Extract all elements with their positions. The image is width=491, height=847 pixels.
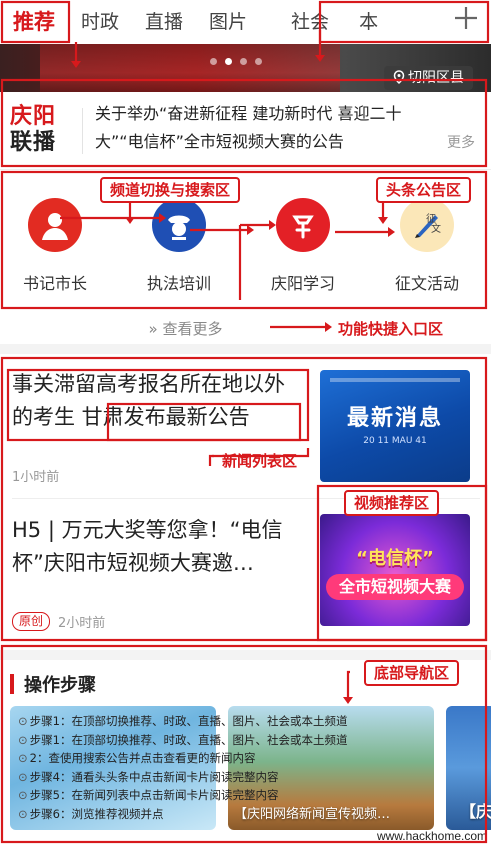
- shortcut-label: 执法培训: [146, 274, 211, 293]
- add-channel-button[interactable]: [453, 4, 479, 40]
- annotation-headline: 头条公告区: [376, 177, 472, 203]
- annotation-newslist: 新闻列表区: [222, 452, 298, 470]
- headline-notice[interactable]: 庆阳 联播 关于举办“奋进新征程 建功新时代 喜迎二十大”“电信杯”全市短视频大…: [0, 92, 491, 170]
- location-chip[interactable]: 切阳区县: [384, 66, 473, 90]
- plus-icon: [455, 7, 477, 29]
- video-thumbnail[interactable]: “电信杯” 全市短视频大赛: [320, 514, 470, 626]
- banner-image: [40, 44, 340, 92]
- tab-live[interactable]: 直播: [132, 0, 196, 44]
- person-avatar-icon: [28, 198, 82, 252]
- tab-politics[interactable]: 时政: [68, 0, 132, 44]
- logo-line1: 庆阳: [10, 104, 57, 129]
- step-item: ⊙ 步骤4：通看头头条中点击新闻卡片阅读完整内容: [18, 769, 279, 784]
- shortcut-law-training[interactable]: 执法培训: [124, 198, 234, 294]
- police-badge-icon: [152, 198, 206, 252]
- carousel-indicator: [210, 58, 262, 65]
- step-item: ⊙ 步骤1：在顶部切换推荐、时政、直播、图片、社会或本土频道: [18, 714, 348, 728]
- news-meta: 1小时前: [12, 466, 59, 485]
- step-text: 步骤1：在顶部切换推荐、时政、直播、图片、社会或本土频道: [29, 714, 348, 728]
- carousel-dot: [240, 58, 247, 65]
- notice-more-link[interactable]: 更多: [447, 132, 475, 152]
- step-item: ⊙ 步骤5：在新闻列表中点击新闻卡片阅读完整内容: [18, 788, 279, 803]
- view-more-label: 查看更多: [162, 320, 223, 338]
- logo-line2: 联播: [10, 130, 57, 155]
- location-text: 切阳区县: [408, 70, 464, 86]
- annotation-video: 视频推荐区: [344, 490, 440, 516]
- section-title: 操作步骤: [24, 675, 96, 696]
- news-card[interactable]: 事关滞留高考报名所在地以外的考生 甘肃发布最新公告 1小时前 最新消息 20 1…: [0, 354, 491, 494]
- carousel-dot: [255, 58, 262, 65]
- quill-pen-icon: 征文: [400, 198, 454, 252]
- news-thumbnail[interactable]: 最新消息 20 11 MAU 41: [320, 370, 470, 482]
- thumb-subcaption: 全市短视频大赛: [326, 574, 464, 600]
- step-text: 步骤1：在顶部切换推荐、时政、直播、图片、社会或本土频道: [29, 732, 348, 747]
- step-item: ⊙ 2：查使用搜索公告并点击查看更的新闻内容: [18, 751, 256, 766]
- news-card-video[interactable]: H5 | 万元大奖等您拿！“电信杯”庆阳市短视频大赛邀… 原创 2小时前 “电信…: [0, 500, 491, 646]
- news-meta: 原创 2小时前: [12, 612, 105, 631]
- video-card-caption: 【庆: [460, 802, 491, 821]
- watermark: www.hackhome.com: [376, 829, 487, 843]
- annotation-quick: 功能快捷入口区: [338, 320, 444, 338]
- tab-society[interactable]: 社会: [278, 0, 342, 44]
- chevron-double-down-icon: »: [148, 320, 158, 338]
- top-banner-carousel[interactable]: 切阳区县: [0, 44, 491, 92]
- news-time: 2小时前: [58, 616, 106, 631]
- annotation-channel: 频道切换与搜索区: [100, 177, 241, 203]
- thumb-decor: [330, 378, 460, 382]
- step-text: 步骤6：浏览推荐视频并点: [29, 806, 164, 821]
- shortcut-qingyang-study[interactable]: 庆阳学习: [248, 198, 358, 294]
- qingyang-broadcast-logo: 庆阳 联播: [10, 104, 68, 158]
- study-emblem-icon: [276, 198, 330, 252]
- step-item: ⊙ 步骤6：浏览推荐视频并点: [18, 806, 164, 821]
- carousel-dot: [210, 58, 217, 65]
- tab-recommend[interactable]: 推荐: [0, 0, 68, 44]
- tab-pictures[interactable]: 图片: [196, 0, 260, 44]
- step-text: 2：查使用搜索公告并点击查看更的新闻内容: [29, 751, 256, 766]
- carousel-dot-active: [225, 58, 232, 65]
- section-gap: [0, 344, 491, 354]
- notice-title[interactable]: 关于举办“奋进新征程 建功新时代 喜迎二十大”“电信杯”全市短视频大赛的公告: [95, 100, 435, 156]
- original-badge: 原创: [12, 612, 51, 631]
- step-item: ⊙ 步骤1：在顶部切换推荐、时政、直播、图片、社会或本土频道: [18, 732, 348, 747]
- tab-local[interactable]: 本: [346, 0, 391, 44]
- channel-tab-bar: 推荐 时政 直播 图片 社会 本: [0, 0, 491, 44]
- thumb-subcaption: 20 11 MAU 41: [363, 436, 427, 446]
- thumb-caption: 最新消息: [346, 406, 443, 431]
- shortcut-label: 书记市长: [22, 274, 87, 293]
- shortcut-label: 庆阳学习: [270, 274, 335, 293]
- annotation-bottomnav: 底部导航区: [364, 660, 460, 686]
- shortcut-essay-contest[interactable]: 征文 征文活动: [372, 198, 482, 294]
- thumb-caption: “电信杯”: [356, 548, 434, 569]
- shortcut-label: 征文活动: [394, 274, 459, 293]
- notice-divider: [82, 108, 83, 154]
- svg-text:文: 文: [431, 222, 441, 235]
- news-title[interactable]: H5 | 万元大奖等您拿！“电信杯”庆阳市短视频大赛邀…: [12, 514, 302, 580]
- step-text: 步骤4：通看头头条中点击新闻卡片阅读完整内容: [29, 769, 279, 784]
- location-pin-icon: [393, 70, 405, 85]
- news-title[interactable]: 事关滞留高考报名所在地以外的考生 甘肃发布最新公告: [12, 368, 302, 434]
- news-time: 1小时前: [12, 470, 60, 485]
- section-marker: [10, 674, 14, 694]
- shortcut-secretary-mayor[interactable]: 书记市长: [0, 198, 110, 294]
- step-text: 步骤5：在新闻列表中点击新闻卡片阅读完整内容: [29, 788, 279, 803]
- steps-list: ⊙ 步骤1：在顶部切换推荐、时政、直播、图片、社会或本土频道 ⊙ 步骤1：在顶部切换…: [18, 712, 458, 824]
